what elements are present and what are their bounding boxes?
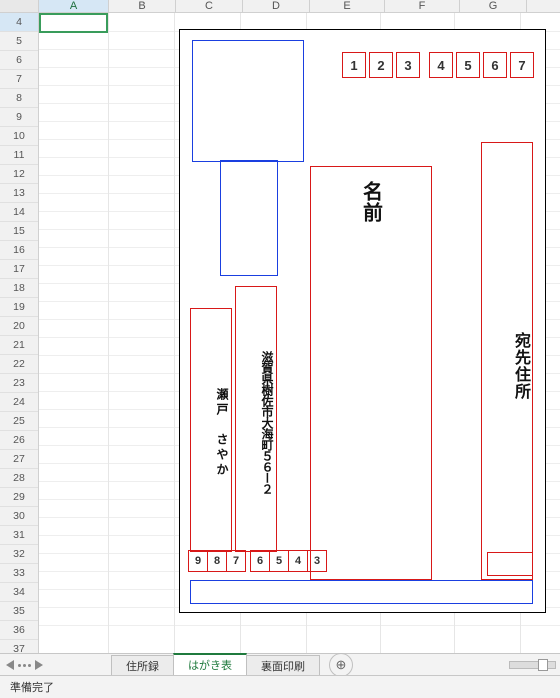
sheet-tab-住所録[interactable]: 住所録 bbox=[111, 655, 174, 677]
row-header-16[interactable]: 16 bbox=[0, 241, 38, 260]
recipient-zip-digit-1: 1 bbox=[342, 52, 366, 78]
recipient-zip-digit-6: 6 bbox=[483, 52, 507, 78]
sender-zip-digit-5: 5 bbox=[269, 550, 289, 572]
row-header-26[interactable]: 26 bbox=[0, 431, 38, 450]
row-headers[interactable]: 4567891011121314151617181920212223242526… bbox=[0, 13, 39, 659]
sender-zip-digit-2: 8 bbox=[207, 550, 227, 572]
tab-scroll-slider[interactable] bbox=[509, 661, 556, 669]
sender-name-box: 瀬戸 さやか bbox=[190, 308, 232, 552]
sender-zip-digit-4: 6 bbox=[250, 550, 270, 572]
row-header-29[interactable]: 29 bbox=[0, 488, 38, 507]
col-header-C[interactable]: C bbox=[176, 0, 243, 12]
row-header-13[interactable]: 13 bbox=[0, 184, 38, 203]
recipient-zip-digit-5: 5 bbox=[456, 52, 480, 78]
recipient-name-box: 名前 bbox=[310, 166, 432, 580]
sheet-tabs-bar: 住所録はがき表裏面印刷 ⊕ bbox=[0, 653, 560, 676]
row-header-24[interactable]: 24 bbox=[0, 393, 38, 412]
recipient-zip-digit-4: 4 bbox=[429, 52, 453, 78]
row-header-25[interactable]: 25 bbox=[0, 412, 38, 431]
active-cell-cursor bbox=[39, 13, 108, 33]
sender-zip-digit-7: 3 bbox=[307, 550, 327, 572]
recipient-address-box: 宛先住所 bbox=[481, 142, 533, 580]
status-text: 準備完了 bbox=[10, 679, 54, 695]
last-sheet-icon bbox=[35, 660, 43, 670]
row-header-33[interactable]: 33 bbox=[0, 564, 38, 583]
row-header-27[interactable]: 27 bbox=[0, 450, 38, 469]
column-headers[interactable]: ABCDEFG bbox=[0, 0, 560, 13]
slider-knob[interactable] bbox=[538, 659, 548, 671]
sheet-nav-buttons[interactable] bbox=[0, 660, 111, 670]
row-header-28[interactable]: 28 bbox=[0, 469, 38, 488]
row-header-22[interactable]: 22 bbox=[0, 355, 38, 374]
first-sheet-icon bbox=[6, 660, 14, 670]
col-header-A[interactable]: A bbox=[39, 0, 109, 12]
row-header-35[interactable]: 35 bbox=[0, 602, 38, 621]
row-header-30[interactable]: 30 bbox=[0, 507, 38, 526]
recipient-zip-digit-3: 3 bbox=[396, 52, 420, 78]
recipient-address-placeholder: 宛先住所 bbox=[508, 328, 532, 400]
stamp-inner-box bbox=[220, 160, 278, 276]
col-header-E[interactable]: E bbox=[310, 0, 385, 12]
row-header-17[interactable]: 17 bbox=[0, 260, 38, 279]
stamp-outer-box bbox=[192, 40, 304, 162]
col-header-B[interactable]: B bbox=[109, 0, 176, 12]
sender-name-text: 瀬戸 さやか bbox=[214, 388, 231, 478]
row-header-19[interactable]: 19 bbox=[0, 298, 38, 317]
row-header-23[interactable]: 23 bbox=[0, 374, 38, 393]
row-header-4[interactable]: 4 bbox=[0, 13, 38, 32]
recipient-zip-digit-7: 7 bbox=[510, 52, 534, 78]
grid: 4567891011121314151617181920212223242526… bbox=[0, 13, 560, 659]
col-header-F[interactable]: F bbox=[385, 0, 460, 12]
row-header-20[interactable]: 20 bbox=[0, 317, 38, 336]
sender-address-box: 滋賀県樹佐市大海町５６ー２ bbox=[235, 286, 277, 552]
tabs-host: 住所録はがき表裏面印刷 bbox=[111, 654, 319, 677]
row-header-21[interactable]: 21 bbox=[0, 336, 38, 355]
row-header-10[interactable]: 10 bbox=[0, 127, 38, 146]
row-header-11[interactable]: 11 bbox=[0, 146, 38, 165]
row-header-34[interactable]: 34 bbox=[0, 583, 38, 602]
sender-zip-digit-6: 4 bbox=[288, 550, 308, 572]
row-header-6[interactable]: 6 bbox=[0, 51, 38, 70]
sender-address-text: 滋賀県樹佐市大海町５６ー２ bbox=[259, 351, 276, 494]
hagaki-canvas: 1234567 宛先住所 名前 滋賀県樹佐市大海町５６ー２ 瀬戸 さやか bbox=[179, 29, 546, 613]
row-header-12[interactable]: 12 bbox=[0, 165, 38, 184]
sender-zip-digit-1: 9 bbox=[188, 550, 208, 572]
recipient-name-placeholder: 名前 bbox=[357, 181, 386, 223]
bottom-small-box bbox=[487, 552, 533, 576]
row-header-18[interactable]: 18 bbox=[0, 279, 38, 298]
col-header-G[interactable]: G bbox=[460, 0, 527, 12]
row-header-36[interactable]: 36 bbox=[0, 621, 38, 640]
bottom-wide-box bbox=[190, 580, 533, 604]
row-header-7[interactable]: 7 bbox=[0, 70, 38, 89]
sheet-tab-はがき表[interactable]: はがき表 bbox=[173, 653, 247, 676]
sheet-tab-裏面印刷[interactable]: 裏面印刷 bbox=[246, 655, 320, 677]
row-header-5[interactable]: 5 bbox=[0, 32, 38, 51]
new-sheet-button[interactable]: ⊕ bbox=[329, 653, 353, 677]
row-header-15[interactable]: 15 bbox=[0, 222, 38, 241]
nav-dots bbox=[18, 664, 31, 667]
worksheet: ABCDEFG 45678910111213141516171819202122… bbox=[0, 0, 560, 653]
col-header-D[interactable]: D bbox=[243, 0, 310, 12]
cells-area[interactable]: 1234567 宛先住所 名前 滋賀県樹佐市大海町５６ー２ 瀬戸 さやか bbox=[39, 13, 560, 659]
row-header-9[interactable]: 9 bbox=[0, 108, 38, 127]
row-header-32[interactable]: 32 bbox=[0, 545, 38, 564]
row-header-8[interactable]: 8 bbox=[0, 89, 38, 108]
row-header-31[interactable]: 31 bbox=[0, 526, 38, 545]
status-bar: 準備完了 bbox=[0, 675, 560, 698]
row-header-14[interactable]: 14 bbox=[0, 203, 38, 222]
select-all-corner[interactable] bbox=[0, 0, 39, 12]
recipient-zip-digit-2: 2 bbox=[369, 52, 393, 78]
sender-zip-digit-3: 7 bbox=[226, 550, 246, 572]
